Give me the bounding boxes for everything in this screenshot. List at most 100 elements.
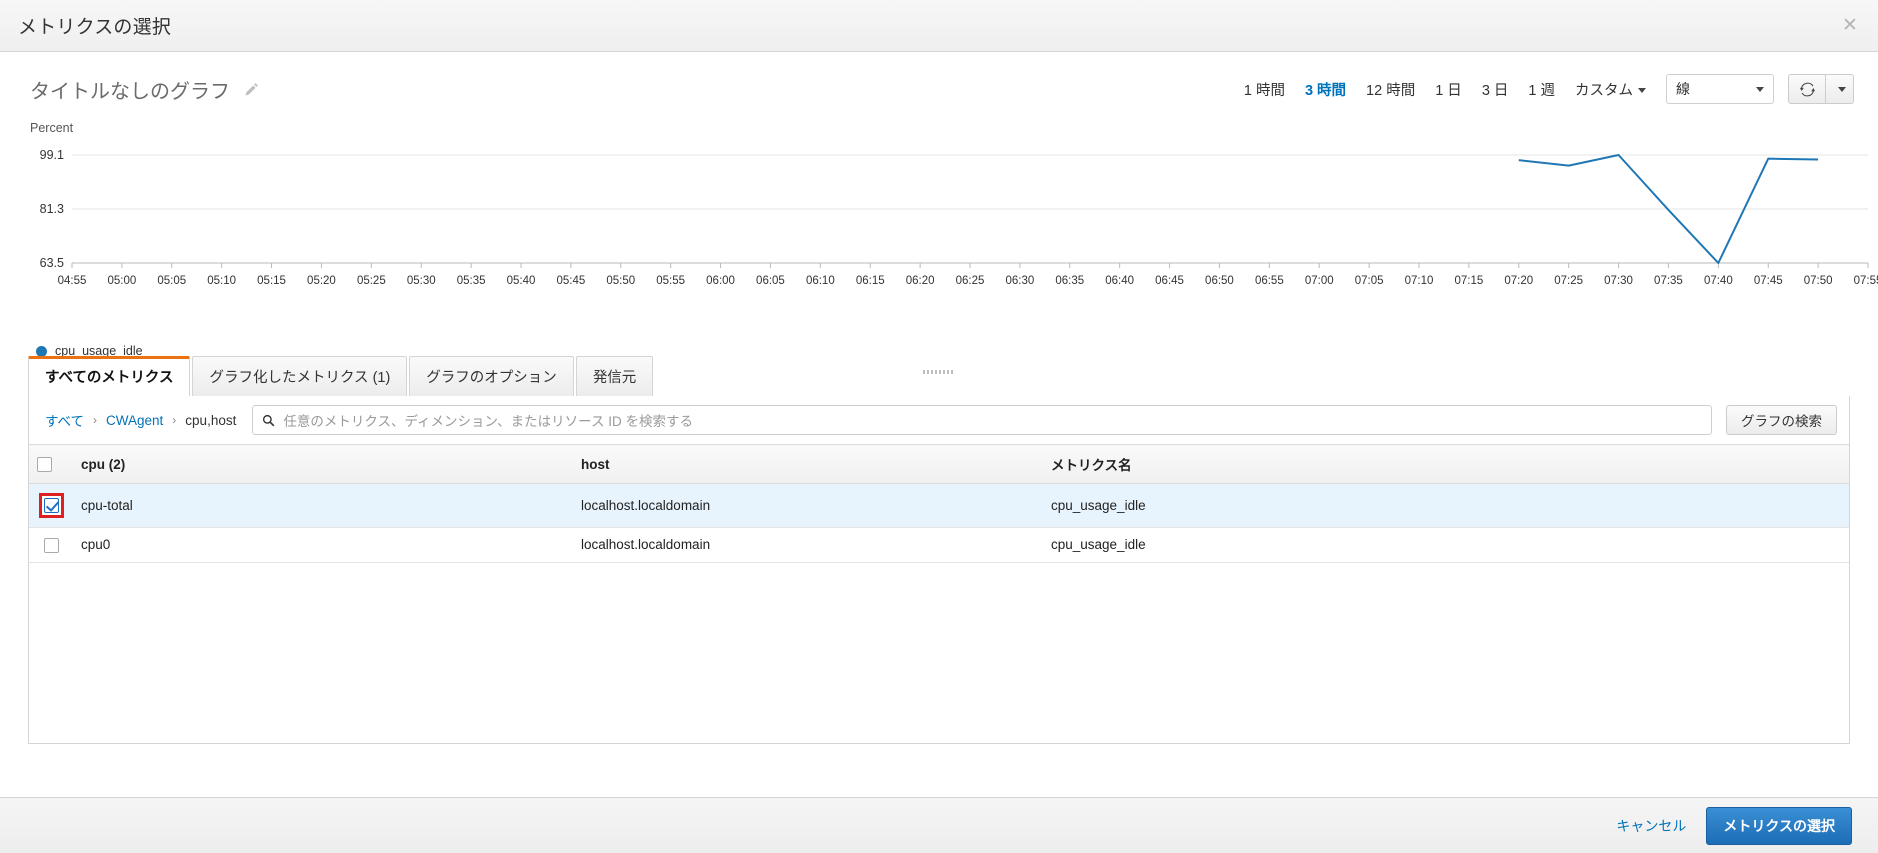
x-tick-label: 05:55 <box>656 275 685 287</box>
tab-all-metrics[interactable]: すべてのメトリクス <box>28 356 191 396</box>
row-checkbox-cell <box>29 527 73 563</box>
cell-cpu: cpu-total <box>73 483 573 528</box>
x-tick-label: 07:50 <box>1804 275 1833 287</box>
refresh-button-group <box>1788 74 1854 104</box>
x-tick-label: 07:25 <box>1554 275 1583 287</box>
time-range-3d[interactable]: 3 日 <box>1472 79 1519 100</box>
row-checkbox-cell <box>29 483 73 528</box>
x-tick-label: 06:45 <box>1155 275 1184 287</box>
x-tick-label: 07:45 <box>1754 275 1783 287</box>
tab-graph-options[interactable]: グラフのオプション <box>409 356 574 396</box>
select-all-checkbox[interactable] <box>37 456 52 472</box>
x-tick-label: 04:55 <box>58 275 87 287</box>
search-icon <box>263 414 275 426</box>
x-tick-label: 05:20 <box>307 275 336 287</box>
x-tick-label: 05:25 <box>357 275 386 287</box>
x-tick-label: 07:20 <box>1504 275 1533 287</box>
breadcrumb-item-cwagent[interactable]: CWAgent <box>102 413 167 428</box>
select-all-header <box>29 444 73 484</box>
breadcrumb-separator: › <box>93 413 98 427</box>
x-tick-label: 05:10 <box>207 275 236 287</box>
x-axis: 04:55 05:00 05:05 05:10 05:15 05:20 05:25 05:30… <box>58 263 1878 287</box>
chart-type-select[interactable]: 線 <box>1666 74 1774 104</box>
x-tick-label: 05:40 <box>507 275 536 287</box>
row-checkbox[interactable] <box>43 537 59 553</box>
select-metrics-button[interactable]: メトリクスの選択 <box>1706 806 1852 845</box>
column-header-host[interactable]: host <box>573 444 1043 484</box>
cell-metric: cpu_usage_idle <box>1043 527 1849 563</box>
metrics-table: cpu (2) host メトリクス名 cpu-total localhost.… <box>29 444 1849 563</box>
refresh-options-button[interactable] <box>1826 74 1854 104</box>
table-header: cpu (2) host メトリクス名 <box>29 444 1849 484</box>
graph-search-button[interactable]: グラフの検索 <box>1726 405 1837 435</box>
table-body: cpu-total localhost.localdomain cpu_usag… <box>29 483 1849 563</box>
graph-title-group: タイトルなしのグラフ <box>30 75 259 104</box>
x-tick-label: 05:15 <box>257 275 286 287</box>
y-axis-unit: Percent <box>30 121 74 135</box>
close-icon[interactable]: ✕ <box>1840 15 1860 36</box>
time-range-1d[interactable]: 1 日 <box>1425 79 1472 100</box>
y-tick-label: 99.1 <box>40 148 64 162</box>
x-tick-label: 07:05 <box>1355 275 1384 287</box>
x-tick-label: 05:30 <box>407 275 436 287</box>
x-tick-label: 06:35 <box>1055 275 1084 287</box>
x-tick-label: 05:45 <box>556 275 585 287</box>
column-header-cpu[interactable]: cpu (2) <box>73 444 573 484</box>
dialog-title: メトリクスの選択 <box>18 17 172 38</box>
y-tick-label: 81.3 <box>40 202 64 216</box>
table-row[interactable]: cpu0 localhost.localdomain cpu_usage_idl… <box>29 527 1849 563</box>
tab-graphed-metrics[interactable]: グラフ化したメトリクス (1) <box>192 356 408 396</box>
y-tick-label: 63.5 <box>40 256 64 270</box>
row-checkbox-highlight <box>38 493 64 518</box>
chart-type-value: 線 <box>1676 81 1690 97</box>
dialog-footer: キャンセル メトリクスの選択 <box>0 797 1878 853</box>
x-tick-label: 05:05 <box>157 275 186 287</box>
legend-color-swatch <box>36 345 47 357</box>
x-tick-label: 05:35 <box>457 275 486 287</box>
breadcrumb-item-all[interactable]: すべて <box>41 410 88 430</box>
column-header-metric[interactable]: メトリクス名 <box>1043 444 1849 484</box>
time-range-custom-label: カスタム <box>1575 82 1633 99</box>
breadcrumb-search-row: すべて › CWAgent › cpu,host 任意のメトリクス、ディメンショ… <box>29 396 1849 444</box>
x-tick-label: 07:10 <box>1405 275 1434 287</box>
cell-metric: cpu_usage_idle <box>1043 483 1849 528</box>
x-tick-label: 07:55 <box>1854 275 1878 287</box>
x-tick-label: 07:30 <box>1604 275 1633 287</box>
refresh-button[interactable] <box>1788 74 1826 104</box>
tab-source[interactable]: 発信元 <box>575 356 654 396</box>
x-tick-label: 07:15 <box>1454 275 1483 287</box>
time-range-1h[interactable]: 1 時間 <box>1234 79 1295 100</box>
graph-header: タイトルなしのグラフ 1 時間 3 時間 12 時間 1 日 3 日 1 週 カ… <box>0 52 1878 110</box>
time-range-controls: 1 時間 3 時間 12 時間 1 日 3 日 1 週 カスタム 線 <box>1234 74 1854 104</box>
chart-canvas: Percent 99.1 81.3 63.5 04:55 05:00 05:05 05… <box>30 121 1878 287</box>
dialog-titlebar: メトリクスの選択 ✕ <box>0 0 1878 52</box>
x-tick-label: 06:15 <box>856 275 885 287</box>
chart-legend: cpu_usage_idle <box>0 340 1878 358</box>
page-title: タイトルなしのグラフ <box>30 80 230 103</box>
x-tick-label: 05:50 <box>606 275 635 287</box>
cell-host: localhost.localdomain <box>573 483 1043 528</box>
chart-resize-handle[interactable] <box>923 370 955 374</box>
time-range-12h[interactable]: 12 時間 <box>1356 79 1425 100</box>
pencil-icon[interactable] <box>244 82 259 97</box>
refresh-icon <box>1799 82 1815 96</box>
breadcrumb-separator: › <box>172 413 177 427</box>
x-tick-label: 06:50 <box>1205 275 1234 287</box>
x-tick-label: 06:55 <box>1255 275 1284 287</box>
metrics-panel: すべて › CWAgent › cpu,host 任意のメトリクス、ディメンショ… <box>28 396 1850 744</box>
x-tick-label: 07:40 <box>1704 275 1733 287</box>
search-input[interactable]: 任意のメトリクス、ディメンション、またはリソース ID を検索する <box>252 405 1712 435</box>
time-range-custom[interactable]: カスタム <box>1565 79 1650 100</box>
cell-cpu: cpu0 <box>73 527 573 563</box>
x-tick-label: 07:35 <box>1654 275 1683 287</box>
x-tick-label: 05:00 <box>107 275 136 287</box>
chevron-down-icon <box>1638 88 1646 94</box>
cell-host: localhost.localdomain <box>573 527 1043 563</box>
time-range-3h[interactable]: 3 時間 <box>1295 79 1356 100</box>
table-row[interactable]: cpu-total localhost.localdomain cpu_usag… <box>29 483 1849 528</box>
x-tick-label: 06:05 <box>756 275 785 287</box>
row-checkbox[interactable] <box>43 498 59 513</box>
cancel-button[interactable]: キャンセル <box>1616 816 1686 836</box>
chevron-down-icon <box>1838 86 1846 92</box>
time-range-1w[interactable]: 1 週 <box>1518 79 1565 100</box>
